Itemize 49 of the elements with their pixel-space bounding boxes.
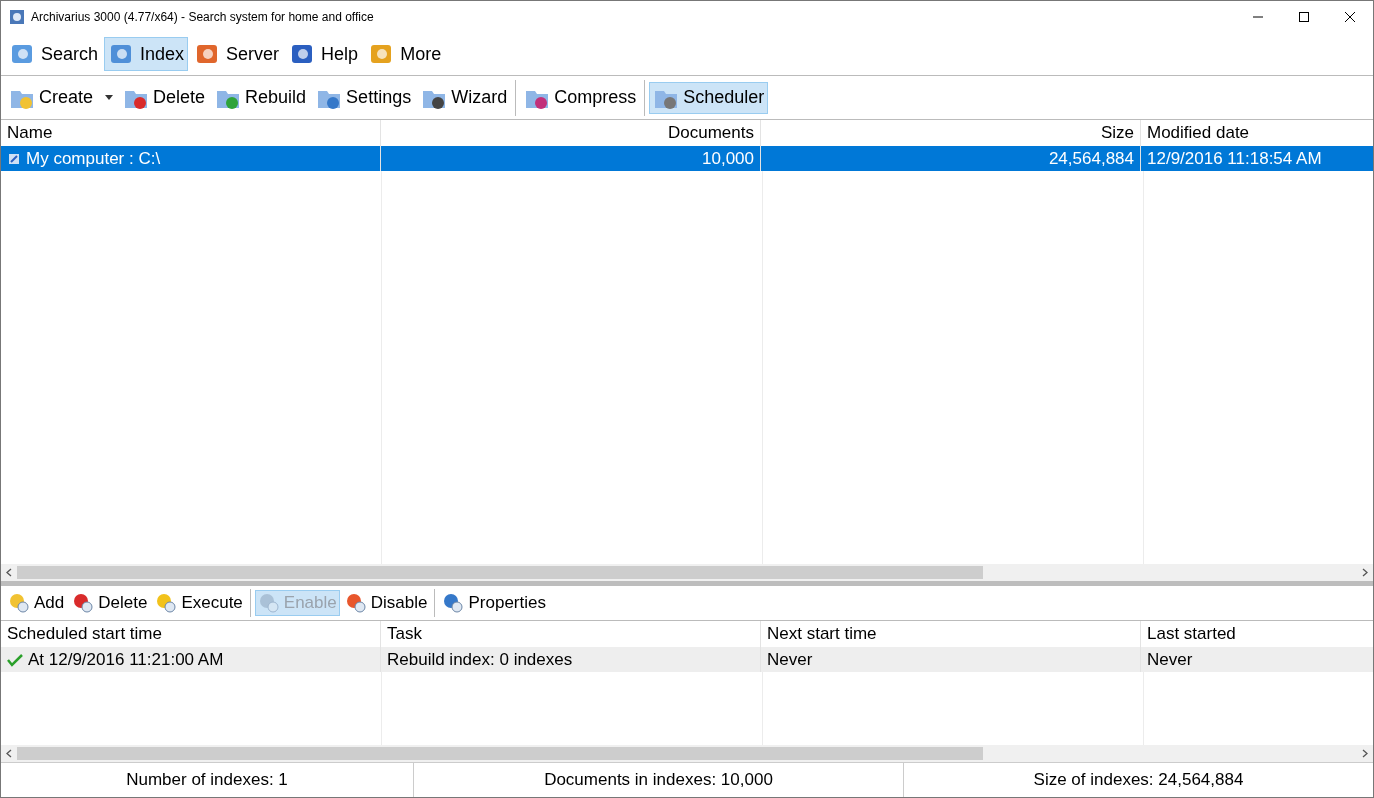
column-header[interactable]: Next start time <box>767 624 877 644</box>
window-title: Archivarius 3000 (4.77/x64) - Search system for home and office <box>31 10 374 24</box>
column-header[interactable]: Documents <box>668 123 754 143</box>
horizontal-scrollbar[interactable] <box>1 745 1373 762</box>
maximize-icon[interactable] <box>1298 11 1310 23</box>
table-cell: At 12/9/2016 11:21:00 AM <box>28 649 224 670</box>
toolbar-button[interactable]: Add <box>5 590 68 616</box>
horizontal-scrollbar[interactable] <box>1 564 1373 581</box>
status-text: Size of indexes: 24,564,884 <box>1033 770 1244 790</box>
table-cell: My computer : C:\ <box>26 148 161 169</box>
toolbar-button[interactable]: Settings <box>312 81 416 114</box>
toolbar-tab[interactable]: Search <box>5 37 103 71</box>
status-text: Number of indexes: 1 <box>126 770 288 790</box>
toolbar-button[interactable]: Wizard <box>417 81 512 114</box>
column-header[interactable]: Name <box>7 123 53 143</box>
toolbar-button[interactable]: Scheduler <box>649 81 769 114</box>
toolbar-tab[interactable]: Help <box>285 37 363 71</box>
app-icon <box>9 9 25 25</box>
toolbar-button[interactable]: Delete <box>69 590 151 616</box>
close-icon[interactable] <box>1344 11 1356 23</box>
status-text: Documents in indexes: 10,000 <box>544 770 773 790</box>
toolbar-button[interactable]: Disable <box>341 590 431 616</box>
column-header[interactable]: Last started <box>1147 624 1236 644</box>
table-cell: 12/9/2016 11:18:54 AM <box>1147 148 1322 169</box>
column-header[interactable]: Scheduled start time <box>7 624 162 644</box>
toolbar-button[interactable]: Properties <box>439 590 549 616</box>
toolbar-tab[interactable]: Server <box>190 37 284 71</box>
column-header[interactable]: Task <box>387 624 422 644</box>
scroll-right-icon[interactable] <box>1362 749 1368 758</box>
toolbar-tab[interactable]: Index <box>104 37 189 71</box>
toolbar-button[interactable]: Rebuild <box>211 81 311 114</box>
toolbar-button[interactable]: Execute <box>152 590 246 616</box>
toolbar-button[interactable]: Delete <box>119 81 210 114</box>
table-row[interactable]: At 12/9/2016 11:21:00 AM Rebuild index: 0 indexes Never Never <box>1 647 1373 672</box>
toolbar-tab[interactable]: More <box>364 37 446 71</box>
toolbar-button[interactable]: Create <box>5 81 118 114</box>
table-cell: Never <box>1147 649 1193 670</box>
column-header[interactable]: Modified date <box>1147 123 1250 143</box>
table-cell: 10,000 <box>702 148 754 169</box>
table-cell: 24,564,884 <box>1048 148 1134 169</box>
table-cell: Never <box>767 649 813 670</box>
table-cell: Rebuild index: 0 indexes <box>387 649 573 670</box>
table-row[interactable]: My computer : C:\ 10,000 24,564,884 12/9/2016 11:18:54 AM <box>1 146 1373 171</box>
scroll-right-icon[interactable] <box>1362 568 1368 577</box>
scroll-left-icon[interactable] <box>6 749 12 758</box>
toolbar-button[interactable]: Compress <box>520 81 641 114</box>
index-icon <box>7 151 21 166</box>
column-header[interactable]: Size <box>1100 123 1134 143</box>
scroll-left-icon[interactable] <box>6 568 12 577</box>
